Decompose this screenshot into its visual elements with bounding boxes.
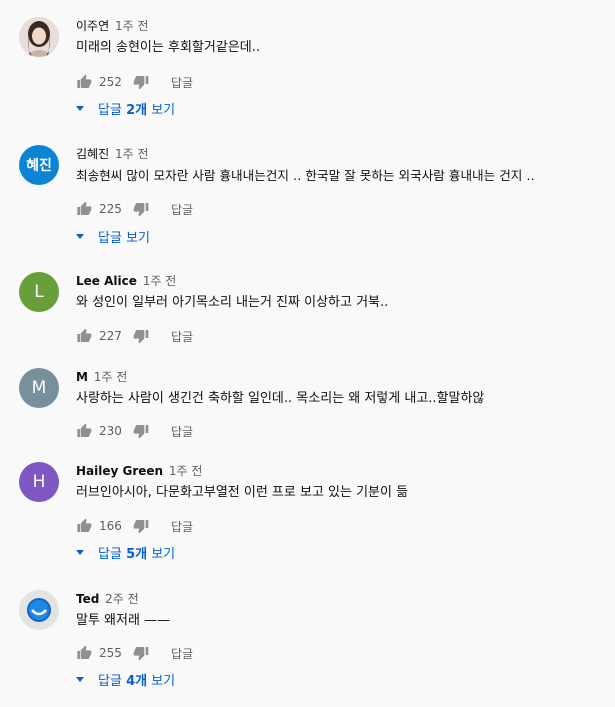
avatar[interactable]: 혜진 [19,145,59,185]
comment-header: Lee Alice 1주 전 [76,272,615,290]
comment-time[interactable]: 1주 전 [115,19,149,33]
comment-text: 최송현씨 많이 모자란 사람 흉내내는건지 ‥ 한국말 잘 못하는 외국사람 흉… [76,168,535,183]
like-count: 225 [99,202,122,216]
author-name[interactable]: Lee Alice [76,274,137,288]
replies-suffix: 보기 [147,102,176,118]
dislike-icon[interactable] [133,645,149,661]
dislike-icon[interactable] [133,74,149,90]
comment-actions: 166 답글 [76,514,193,538]
author-name[interactable]: Hailey Green [76,464,163,478]
comment-header: M 1주 전 [76,368,615,386]
like-count: 255 [99,646,122,660]
chevron-down-icon [76,549,84,555]
avatar[interactable]: L [19,272,59,312]
chevron-down-icon [76,676,84,682]
avatar[interactable]: M [19,368,59,408]
comment-actions: 227 답글 [76,324,193,348]
like-icon[interactable] [76,201,92,217]
avatar[interactable] [19,17,59,57]
view-replies-button[interactable]: 답글 보기 [76,226,150,246]
dislike-icon[interactable] [133,328,149,344]
replies-prefix: 답글 [98,673,127,689]
reply-button[interactable]: 답글 [171,518,193,535]
author-name[interactable]: Ted [76,592,99,606]
avatar[interactable]: H [19,462,59,502]
dislike-icon[interactable] [133,201,149,217]
comment-actions: 252 답글 [76,70,193,94]
comment-time[interactable]: 1주 전 [169,464,203,478]
replies-count: 5개 [126,546,148,562]
replies-prefix: 답글 [98,102,127,118]
comment-header: Hailey Green 1주 전 [76,462,615,480]
like-icon[interactable] [76,328,92,344]
author-name[interactable]: 이주연 [76,19,109,33]
avatar-photo-icon [19,17,59,57]
avatar[interactable] [19,590,59,630]
comment-text: 러브인아시아, 다문화고부열전 이런 프로 보고 있는 기분이 듦 [76,485,409,500]
replies-label: 답글 보기 [98,230,150,246]
view-replies-button[interactable]: 답글 4개 보기 [76,669,175,689]
reply-button[interactable]: 답글 [171,74,193,91]
comment-header: Ted 2주 전 [76,590,615,608]
comment-text: 와 성인이 일부러 아기목소리 내는거 진짜 이상하고 거북.. [76,295,389,310]
comment-actions: 230 답글 [76,419,193,443]
reply-button[interactable]: 답글 [171,645,193,662]
comment-text: 말투 왜저래 —— [76,613,171,628]
like-count: 166 [99,519,122,533]
like-count: 227 [99,329,122,343]
replies-prefix: 답글 [98,546,127,562]
comment-actions: 255 답글 [76,641,193,665]
replies-count: 4개 [126,673,148,689]
comment-header: 이주연 1주 전 [76,17,615,35]
author-name[interactable]: 김혜진 [76,147,109,161]
comment-text: 미래의 송현이는 후회할거같은데.. [76,40,260,55]
like-count: 230 [99,424,122,438]
like-icon[interactable] [76,423,92,439]
avatar-initials: H [32,472,46,492]
chevron-down-icon [76,233,84,239]
replies-suffix: 보기 [147,546,176,562]
like-icon[interactable] [76,74,92,90]
comment-actions: 225 답글 [76,197,193,221]
reply-button[interactable]: 답글 [171,201,193,218]
comment-time[interactable]: 1주 전 [94,370,128,384]
replies-count: 2개 [126,102,148,118]
avatar-logo-icon [19,590,59,630]
comment-time[interactable]: 2주 전 [105,592,139,606]
reply-button[interactable]: 답글 [171,423,193,440]
comment-text: 사랑하는 사람이 생긴건 축하할 일인데.. 목소리는 왜 저렇게 내고..할말… [76,391,485,406]
comment-time[interactable]: 1주 전 [115,147,149,161]
dislike-icon[interactable] [133,518,149,534]
comment-header: 김혜진 1주 전 [76,145,615,163]
view-replies-button[interactable]: 답글 2개 보기 [76,98,175,118]
avatar-initials: L [34,282,44,302]
reply-button[interactable]: 답글 [171,328,193,345]
view-replies-button[interactable]: 답글 5개 보기 [76,542,175,562]
dislike-icon[interactable] [133,423,149,439]
comment-time[interactable]: 1주 전 [143,274,177,288]
like-icon[interactable] [76,518,92,534]
author-name[interactable]: M [76,370,88,384]
replies-suffix: 보기 [147,673,176,689]
avatar-initials: 혜진 [26,158,52,174]
chevron-down-icon [76,105,84,111]
avatar-initials: M [31,378,47,398]
like-icon[interactable] [76,645,92,661]
like-count: 252 [99,75,122,89]
